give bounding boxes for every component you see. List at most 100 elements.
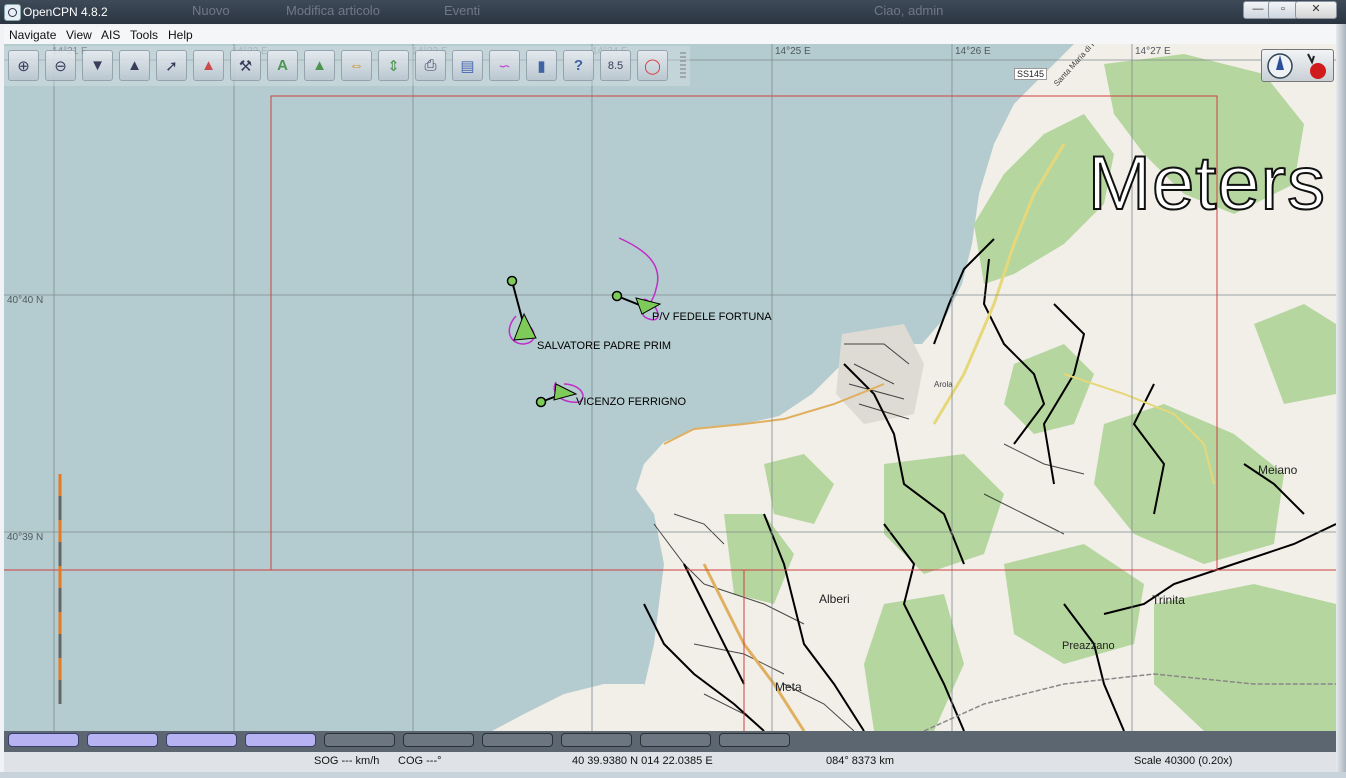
menu-tools[interactable]: Tools: [130, 28, 158, 42]
menu-navigate[interactable]: Navigate: [9, 28, 56, 42]
background-window-strip: Nuovo Modifica articolo Eventi Ciao, adm…: [100, 3, 1040, 21]
mob-button[interactable]: ◯: [637, 50, 668, 81]
chart-canvas[interactable]: 14°21 E 14°22 E 14°23 E 14°24 E 14°25 E …: [4, 44, 1336, 731]
ais-label-fedele[interactable]: P/V FEDELE FORTUNA: [652, 311, 772, 323]
print-icon: ⎙: [424, 57, 437, 74]
latitude-label: 40°39 N: [7, 532, 44, 543]
depth-button[interactable]: 8.5: [600, 50, 631, 81]
close-icon: ✕: [1311, 3, 1321, 15]
road-label: SS145: [1014, 68, 1048, 80]
maximize-icon: ▫: [1281, 3, 1285, 15]
cog-readout: COG ---°: [398, 755, 442, 767]
compass-widget[interactable]: [1261, 49, 1334, 82]
scale-out-icon: ▲: [127, 57, 142, 74]
background-item: Nuovo: [192, 3, 230, 18]
scale-readout: Scale 40300 (0.20x): [1134, 755, 1233, 767]
depth-icon: 8.5: [607, 59, 624, 72]
scale-in-icon: ▼: [90, 57, 105, 74]
piano-key[interactable]: [166, 733, 237, 747]
longitude-label: 14°26 E: [955, 46, 991, 57]
window-border: [0, 772, 1346, 778]
app-icon: [4, 4, 21, 21]
route-icon: ➚: [165, 57, 178, 75]
print-button[interactable]: ⎙: [415, 50, 446, 81]
background-item: Ciao, admin: [874, 3, 944, 18]
place-label: Alberi: [819, 592, 850, 606]
piano-key[interactable]: [245, 733, 316, 747]
settings-icon: ⚒: [238, 57, 253, 75]
compass-icon: [1267, 53, 1326, 79]
scale-in-button[interactable]: ▼: [82, 50, 113, 81]
ais-tracks: [508, 237, 659, 403]
current-button[interactable]: ⇔: [341, 50, 372, 81]
zoom-in-button[interactable]: ⊕: [8, 50, 39, 81]
longitude-label: 14°25 E: [775, 46, 811, 57]
ais-targets-icon: ▲: [312, 57, 327, 74]
help-icon: ?: [573, 57, 584, 74]
piano-key[interactable]: [561, 733, 632, 747]
minimize-icon: —: [1252, 3, 1264, 15]
chart-piano-bar: [4, 731, 1336, 752]
longitude-label: 14°27 E: [1135, 46, 1171, 57]
text-icon: A: [277, 57, 288, 74]
place-label: Preazzano: [1062, 640, 1115, 652]
window-border: [1336, 24, 1346, 778]
piano-key[interactable]: [640, 733, 711, 747]
place-label: Arola: [934, 380, 953, 389]
mob-icon: ◯: [644, 57, 661, 75]
background-item: Eventi: [444, 3, 481, 18]
piano-key[interactable]: [324, 733, 395, 747]
land-area: [492, 684, 654, 731]
place-label: Meta: [775, 680, 802, 694]
place-label: Meiano: [1258, 463, 1298, 477]
ais-target-vicenzo[interactable]: [535, 383, 578, 408]
cursor-position-readout: 40 39.9380 N 014 22.0385 E: [572, 755, 713, 767]
route-manager-icon: ▤: [460, 57, 475, 75]
status-bar: SOG --- km/h COG ---° 40 39.9380 N 014 2…: [4, 752, 1336, 772]
zoom-out-icon: ⊖: [54, 57, 67, 75]
follow-ship-button[interactable]: ▲: [193, 50, 224, 81]
depth-units-overlay: Meters: [1087, 140, 1326, 227]
scale-out-button[interactable]: ▲: [119, 50, 150, 81]
maximize-button[interactable]: ▫: [1268, 1, 1298, 19]
menu-view[interactable]: View: [66, 28, 92, 42]
tide-icon: ⇕: [387, 57, 400, 75]
background-item: Modifica articolo: [286, 3, 380, 18]
ais-target-salvatore[interactable]: [506, 275, 537, 341]
title-bar[interactable]: OpenCPN 4.8.2 Nuovo Modifica articolo Ev…: [0, 0, 1346, 24]
place-label: Trinita: [1152, 593, 1185, 607]
toolbar-grip[interactable]: [680, 52, 686, 80]
piano-key[interactable]: [719, 733, 790, 747]
piano-key[interactable]: [8, 733, 79, 747]
follow-ship-icon: ▲: [201, 57, 216, 74]
ais-label-salvatore[interactable]: SALVATORE PADRE PRIM: [537, 340, 671, 352]
track-button[interactable]: ∽: [489, 50, 520, 81]
route-button[interactable]: ➚: [156, 50, 187, 81]
piano-key[interactable]: [403, 733, 474, 747]
zoom-in-icon: ⊕: [17, 57, 30, 75]
sog-readout: SOG --- km/h: [314, 755, 380, 767]
latitude-label: 40°40 N: [7, 295, 44, 306]
ais-targets-button[interactable]: ▲: [304, 50, 335, 81]
menu-help[interactable]: Help: [168, 28, 193, 42]
menu-bar: Navigate View AIS Tools Help: [4, 26, 1336, 44]
settings-button[interactable]: ⚒: [230, 50, 261, 81]
color-scheme-icon: ▮: [537, 57, 546, 75]
ais-label-vicenzo[interactable]: VICENZO FERRIGNO: [576, 396, 686, 408]
menu-ais[interactable]: AIS: [101, 28, 120, 42]
text-button[interactable]: A: [267, 50, 298, 81]
help-button[interactable]: ?: [563, 50, 594, 81]
tide-button[interactable]: ⇕: [378, 50, 409, 81]
bearing-distance-readout: 084° 8373 km: [826, 755, 894, 767]
track-icon: ∽: [498, 57, 511, 75]
zoom-out-button[interactable]: ⊖: [45, 50, 76, 81]
main-toolbar: ⊕ ⊖ ▼ ▲ ➚ ▲ ⚒ A ▲ ⇔ ⇕ ⎙ ▤ ∽ ▮ ? 8.5 ◯: [4, 46, 690, 86]
color-scheme-button[interactable]: ▮: [526, 50, 557, 81]
current-icon: ⇔: [349, 57, 364, 74]
window-title: OpenCPN 4.8.2: [23, 5, 108, 19]
opencpn-window: OpenCPN 4.8.2 Nuovo Modifica articolo Ev…: [0, 0, 1346, 778]
route-manager-button[interactable]: ▤: [452, 50, 483, 81]
close-button[interactable]: ✕: [1295, 1, 1337, 19]
piano-key[interactable]: [87, 733, 158, 747]
piano-key[interactable]: [482, 733, 553, 747]
